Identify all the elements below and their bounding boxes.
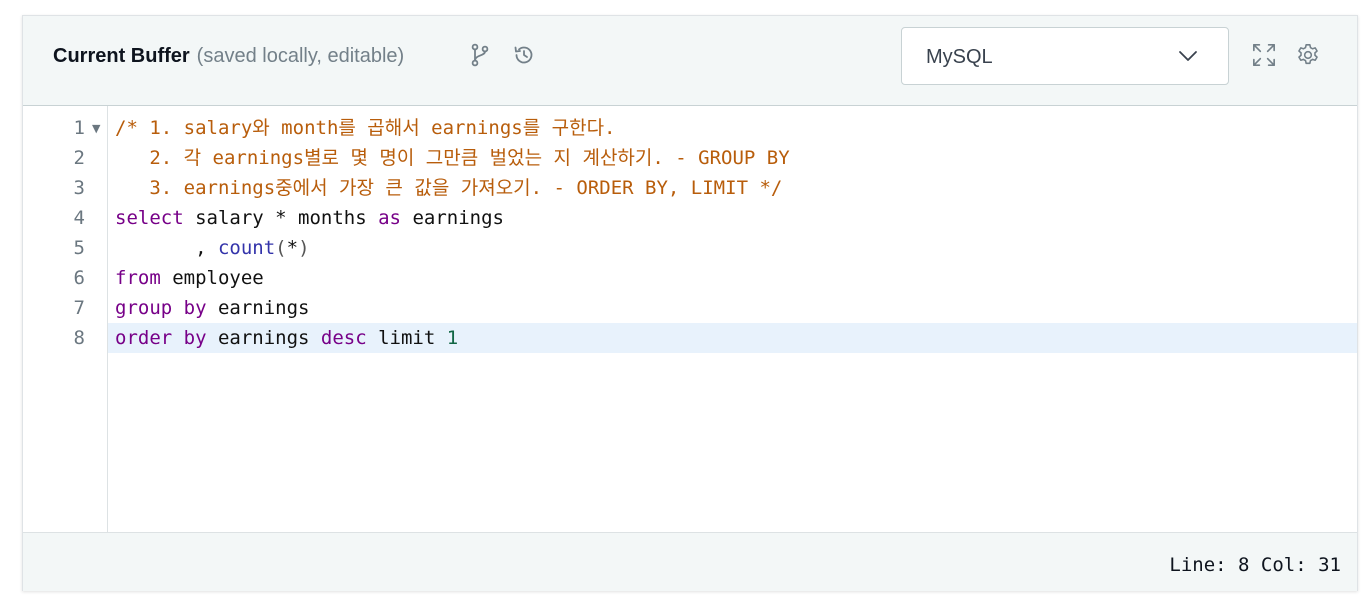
code-editor-panel: Current Buffer (saved locally, editable)… bbox=[22, 15, 1358, 591]
fold-toggle-icon[interactable]: ▼ bbox=[92, 122, 100, 135]
buffer-subtitle: (saved locally, editable) bbox=[196, 44, 405, 67]
code-line[interactable]: 2. 각 earnings별로 몇 명이 그만큼 벌었는 지 계산하기. - G… bbox=[108, 143, 1357, 173]
code-token: ( bbox=[275, 237, 287, 259]
branch-icon[interactable] bbox=[468, 43, 492, 67]
code-line-text: from employee bbox=[115, 263, 264, 293]
code-token: salary * months bbox=[183, 207, 379, 229]
code-token: earnings bbox=[401, 207, 504, 229]
line-number: 4 bbox=[73, 207, 85, 229]
page-title: Current Buffer bbox=[53, 44, 190, 67]
code-token: limit bbox=[366, 327, 447, 349]
code-token: earnings bbox=[206, 327, 321, 349]
line-number: 5 bbox=[73, 237, 85, 259]
code-token: count bbox=[217, 237, 276, 259]
cursor-position-status: Line: 8 Col: 31 bbox=[1169, 554, 1341, 576]
code-token: /* 1. salary와 month를 곱해서 earnings를 구한다. bbox=[115, 117, 616, 139]
code-token: , bbox=[115, 237, 218, 259]
code-token: as bbox=[378, 207, 401, 229]
code-token: desc bbox=[320, 327, 367, 349]
gear-icon[interactable] bbox=[1296, 43, 1320, 67]
language-select[interactable]: MySQL bbox=[901, 27, 1229, 85]
code-line[interactable]: order by earnings desc limit 1 bbox=[108, 323, 1357, 353]
code-editor[interactable]: 1 ▼ 2 3 4 5 6 7 8 /* 1. salary와 month를 곱해서 earni… bbox=[23, 106, 1357, 532]
code-line-text: select salary * months as earnings bbox=[115, 203, 504, 233]
editor-footer: Line: 8 Col: 31 bbox=[23, 532, 1357, 591]
code-line[interactable]: select salary * months as earnings bbox=[108, 203, 1357, 233]
code-token: ) bbox=[298, 237, 310, 259]
code-token: group by bbox=[115, 297, 207, 319]
line-number: 2 bbox=[73, 147, 85, 169]
code-token: earnings bbox=[206, 297, 310, 319]
code-token: select bbox=[115, 207, 184, 229]
code-line-text: /* 1. salary와 month를 곱해서 earnings를 구한다. bbox=[115, 113, 616, 143]
line-number: 7 bbox=[73, 297, 85, 319]
chevron-down-icon bbox=[1178, 48, 1198, 69]
buffer-title: Current Buffer (saved locally, editable) bbox=[53, 42, 404, 70]
code-line-text: 2. 각 earnings별로 몇 명이 그만큼 벌었는 지 계산하기. - G… bbox=[115, 143, 790, 173]
code-token: order by bbox=[115, 327, 207, 349]
code-line-text: , count(*) bbox=[115, 233, 310, 263]
code-token: 3. earnings중에서 가장 큰 값을 가져오기. - ORDER BY,… bbox=[115, 177, 783, 199]
code-line[interactable]: from employee bbox=[108, 263, 1357, 293]
line-number: 6 bbox=[73, 267, 85, 289]
code-line-text: order by earnings desc limit 1 bbox=[115, 323, 458, 353]
line-number: 8 bbox=[73, 327, 85, 349]
line-number-gutter: 1 ▼ 2 3 4 5 6 7 8 bbox=[23, 106, 108, 532]
code-line[interactable]: , count(*) bbox=[108, 233, 1357, 263]
code-area[interactable]: /* 1. salary와 month를 곱해서 earnings를 구한다. … bbox=[108, 106, 1357, 532]
code-token: from bbox=[115, 267, 161, 289]
language-select-value: MySQL bbox=[926, 46, 993, 68]
code-line-text: group by earnings bbox=[115, 293, 309, 323]
code-line[interactable]: 3. earnings중에서 가장 큰 값을 가져오기. - ORDER BY,… bbox=[108, 173, 1357, 203]
code-token: 2. 각 earnings별로 몇 명이 그만큼 벌었는 지 계산하기. - G… bbox=[115, 147, 790, 169]
code-token: 1 bbox=[446, 327, 459, 349]
editor-header: Current Buffer (saved locally, editable)… bbox=[23, 16, 1357, 106]
code-line[interactable]: group by earnings bbox=[108, 293, 1357, 323]
fullscreen-icon[interactable] bbox=[1252, 43, 1276, 67]
history-icon[interactable] bbox=[512, 43, 536, 67]
line-number: 3 bbox=[73, 177, 85, 199]
code-token: * bbox=[286, 237, 299, 259]
code-token: employee bbox=[160, 267, 264, 289]
code-line[interactable]: /* 1. salary와 month를 곱해서 earnings를 구한다. bbox=[108, 113, 1357, 143]
code-line-text: 3. earnings중에서 가장 큰 값을 가져오기. - ORDER BY,… bbox=[115, 173, 782, 203]
